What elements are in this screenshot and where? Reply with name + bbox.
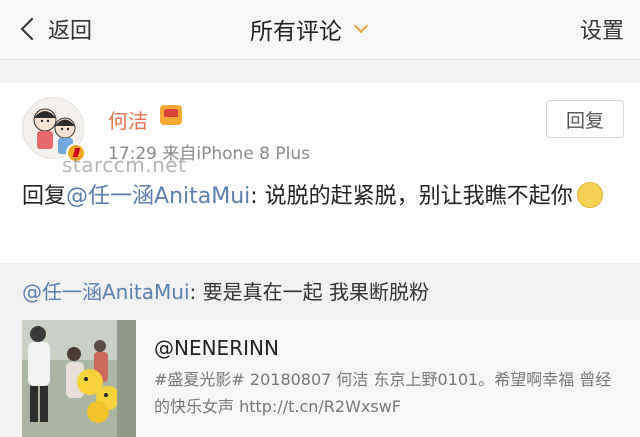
chevron-down-icon bbox=[353, 18, 369, 34]
back-button[interactable]: 返回 bbox=[18, 10, 92, 48]
comment-body: : 说脱的赶紧脱，别让我瞧不起你 bbox=[250, 184, 573, 209]
comment-filter-dropdown[interactable]: 所有评论 bbox=[250, 12, 369, 46]
link-thumbnail-image bbox=[22, 320, 136, 437]
back-label: 返回 bbox=[48, 19, 93, 44]
quoted-text: @任一涵AnitaMui: 要是真在一起 我果断脱粉 bbox=[22, 276, 429, 305]
navigation-bar: 返回 所有评论 设置 bbox=[0, 0, 640, 60]
watermark: starccm.net bbox=[62, 153, 187, 177]
settings-button[interactable]: 设置 bbox=[580, 12, 624, 46]
comment-text: 回复@任一涵AnitaMui: 说脱的赶紧脱，别让我瞧不起你 bbox=[22, 179, 622, 215]
reply-prefix: 回复 bbox=[22, 184, 67, 209]
username[interactable]: 何洁 bbox=[108, 105, 148, 134]
quoted-post[interactable]: @任一涵AnitaMui: 要是真在一起 我果断脱粉 @NENERINN #盛夏… bbox=[0, 268, 640, 437]
link-description: #盛夏光影# 20180807 何洁 东京上野0101。希望啊幸福 曾经的快乐女… bbox=[154, 370, 612, 416]
reply-button[interactable]: 回复 bbox=[546, 100, 624, 138]
comment-card: 何洁 17:29 来自iPhone 8 Plus starccm.net 回复 … bbox=[0, 83, 640, 263]
chevron-left-icon bbox=[20, 17, 44, 41]
link-preview-card[interactable]: @NENERINN #盛夏光影# 20180807 何洁 东京上野0101。希望… bbox=[22, 320, 640, 437]
quoted-body: : 要是真在一起 我果断脱粉 bbox=[189, 280, 429, 304]
page-title: 所有评论 bbox=[250, 19, 342, 45]
quoted-mention-link[interactable]: @任一涵AnitaMui bbox=[22, 280, 190, 304]
smile-emoji-icon bbox=[576, 182, 603, 208]
mention-link[interactable]: @任一涵AnitaMui bbox=[66, 184, 250, 209]
vip-member-icon bbox=[160, 105, 182, 125]
link-title: @NENERINN bbox=[154, 336, 279, 360]
